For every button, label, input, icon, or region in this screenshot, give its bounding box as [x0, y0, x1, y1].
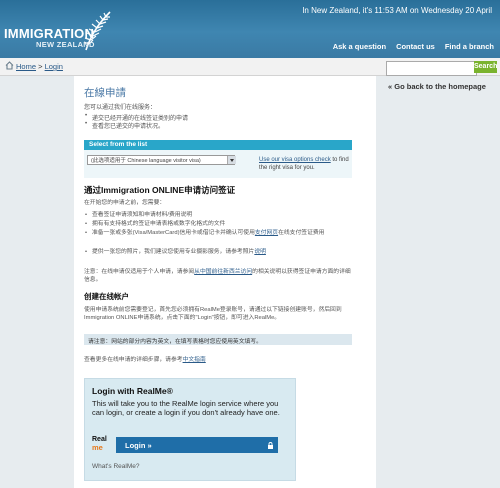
home-icon[interactable] — [5, 61, 14, 70]
nav-contact-us[interactable]: Contact us — [396, 42, 435, 51]
list-item: 查看您已递交的申请状况。 — [85, 121, 164, 130]
chinese-guide-link[interactable]: 中文指南 — [183, 357, 206, 363]
visa-type-select[interactable]: (此选项适用于 Chinese language visitor visa) — [87, 155, 235, 165]
section-heading: 创建在线帐户 — [84, 292, 129, 301]
realme-login-button[interactable]: Login » — [116, 437, 278, 453]
list-item: 提供一张您的照片，我们建议您使用专业摄影服务，请参考照片说明 — [85, 248, 352, 256]
photo-guide-link[interactable]: 说明 — [254, 249, 266, 255]
note-text: 注意：在线申请仅适用于个人申请，请参阅从中国前往新西兰访问的相关说明以获得签证申… — [84, 269, 351, 283]
breadcrumb-home[interactable]: Home — [16, 62, 36, 71]
realme-heading: Login with RealMe® — [92, 386, 173, 396]
visa-select-header: Select from the list — [84, 140, 352, 150]
logo-subtitle[interactable]: NEW ZEALAND — [36, 40, 95, 49]
logo-title[interactable]: IMMIGRATION — [4, 26, 94, 41]
chevron-down-icon[interactable] — [227, 156, 236, 164]
notice-bar: 请注意：网站的部分内容为英文，在填写表格时您应使用英文填写。 — [84, 334, 352, 345]
more-info-text: 查看更多在线申请的详细步骤，请参考中文指南 — [84, 357, 206, 363]
realme-logo: Real me — [92, 436, 107, 452]
section-text: 使用申请系统前您需要登记，首先您必须拥有RealMe登录账号，请通过以下链接创建… — [84, 307, 342, 321]
visa-options-check-link[interactable]: Use our visa options check — [259, 157, 331, 163]
china-visit-link[interactable]: 从中国前往新西兰访问 — [194, 269, 252, 275]
whats-realme-link[interactable]: What's RealMe? — [92, 463, 139, 470]
local-datetime: In New Zealand, it's 11:53 AM on Wednesd… — [302, 6, 492, 15]
list-item: 查看签证申请须知和申请材料/费用说明 — [85, 211, 350, 219]
page-title: 在線申請 — [84, 87, 126, 99]
breadcrumb-current[interactable]: Login — [45, 62, 63, 71]
breadcrumb: Home > Login — [16, 62, 63, 71]
search-button[interactable]: Search — [474, 61, 497, 73]
list-item: 准备一张或多张(Visa/MasterCard)信用卡或借记卡并确认可使用支付网… — [85, 229, 352, 237]
breadcrumb-separator: > — [38, 62, 43, 71]
list-item: 拥有有支持格式的签证申请表格或数字化格式的文件 — [85, 220, 350, 228]
section-intro: 在开始您的申请之前，您需要： — [84, 200, 166, 206]
nav-ask-question[interactable]: Ask a question — [333, 42, 386, 51]
back-to-homepage-link[interactable]: « Go back to the homepage — [388, 82, 486, 91]
section-heading: 通过Immigration ONLINE申请访问签证 — [84, 185, 236, 195]
intro-text: 您可以通过我们在线服务： — [84, 105, 157, 111]
visa-options-hint: Use our visa options check to find the r… — [259, 157, 349, 171]
lock-icon — [268, 442, 273, 449]
nav-find-branch[interactable]: Find a branch — [445, 42, 494, 51]
realme-description: This will take you to the RealMe login s… — [92, 399, 280, 417]
site-header: IMMIGRATION NEW ZEALAND In New Zealand, … — [0, 0, 500, 58]
top-nav: Ask a question Contact us Find a branch — [333, 42, 494, 51]
payment-link[interactable]: 支付网页 — [255, 230, 278, 236]
search-input[interactable] — [386, 61, 477, 76]
